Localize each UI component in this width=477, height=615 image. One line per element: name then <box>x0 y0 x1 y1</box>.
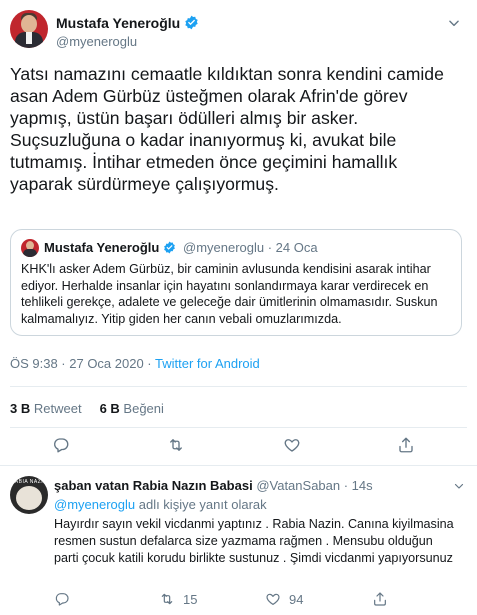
author-name[interactable]: Mustafa Yeneroğlu <box>56 15 180 31</box>
retweets-label: Retweet <box>33 401 82 416</box>
quoted-meta: @myeneroglu · 24 Oca <box>183 240 318 255</box>
like-icon[interactable] <box>283 436 301 454</box>
chevron-down-icon[interactable] <box>453 480 465 492</box>
reply-share-button[interactable] <box>372 589 388 609</box>
tweet-timestamp: ÖS 9:38 · 27 Oca 2020 · Twitter for Andr… <box>10 356 260 371</box>
reply-text: Hayırdır sayın vekil vicdanmi yaptınız .… <box>54 517 454 565</box>
quoted-author-name: Mustafa Yeneroğlu <box>44 240 160 255</box>
reply-meta[interactable]: @VatanSaban · 14s <box>256 478 372 493</box>
retweets-stat[interactable]: 3 B Retweet <box>10 401 82 416</box>
timestamp-text[interactable]: ÖS 9:38 · 27 Oca 2020 · <box>10 356 155 371</box>
engagement-stats: 3 B Retweet 6 B Beğeni <box>10 401 164 416</box>
divider <box>0 465 477 466</box>
author-handle[interactable]: @myeneroglu <box>56 34 137 49</box>
quoted-author-name-row: Mustafa Yeneroğlu <box>44 240 176 255</box>
likes-count: 6 B <box>99 401 120 416</box>
share-icon <box>374 592 386 606</box>
reply-mention-link[interactable]: @myeneroglu <box>54 497 135 512</box>
reply-like-button[interactable]: 94 <box>265 589 303 609</box>
reply-icon <box>55 593 69 606</box>
verified-badge-icon <box>185 15 198 30</box>
retweets-count: 3 B <box>10 401 31 416</box>
reply-avatar[interactable]: RABIA NAZIN <box>10 476 48 514</box>
divider <box>10 427 467 428</box>
reply-to-suffix: adlı kişiye yanıt olarak <box>135 497 267 512</box>
reply-header: şaban vatan Rabia Nazın Babasi @VatanSab… <box>54 478 373 493</box>
verified-badge-icon <box>164 241 176 254</box>
author-avatar[interactable] <box>10 10 48 48</box>
divider <box>10 386 467 387</box>
reply-actions: 15 94 <box>54 589 464 609</box>
reply-retweets-count: 15 <box>183 591 198 607</box>
replying-to: @myeneroglu adlı kişiye yanıt olarak <box>54 497 267 512</box>
reply-reply-button[interactable] <box>54 589 70 609</box>
retweet-icon <box>161 593 173 605</box>
reply-retweet-button[interactable]: 15 <box>159 589 197 609</box>
reply-tweet[interactable]: RABIA NAZIN şaban vatan Rabia Nazın Baba… <box>0 470 477 615</box>
tweet-source-link[interactable]: Twitter for Android <box>155 356 260 371</box>
quoted-author-avatar <box>21 239 39 257</box>
reply-likes-count: 94 <box>289 591 304 607</box>
reply-avatar-text: RABIA NAZIN <box>10 479 48 485</box>
reply-author-name[interactable]: şaban vatan Rabia Nazın Babasi <box>54 478 253 493</box>
tweet-header: Mustafa Yeneroğlu @myeneroglu <box>10 8 467 52</box>
like-icon <box>266 593 280 605</box>
reply-icon[interactable] <box>52 436 70 454</box>
quoted-tweet[interactable]: Mustafa Yeneroğlu @myeneroglu · 24 Oca K… <box>10 229 462 336</box>
chevron-down-icon[interactable] <box>447 16 461 30</box>
likes-stat[interactable]: 6 B Beğeni <box>100 401 164 416</box>
tweet-actions <box>0 430 477 460</box>
retweet-icon[interactable] <box>167 436 185 454</box>
author-name-row[interactable]: Mustafa Yeneroğlu <box>56 15 199 31</box>
likes-label: Beğeni <box>123 401 164 416</box>
tweet-text: Yatsı namazını cemaatle kıldıktan sonra … <box>10 64 444 194</box>
share-icon[interactable] <box>397 436 415 454</box>
quoted-text: KHK'lı asker Adem Gürbüz, bir caminin av… <box>21 262 438 326</box>
